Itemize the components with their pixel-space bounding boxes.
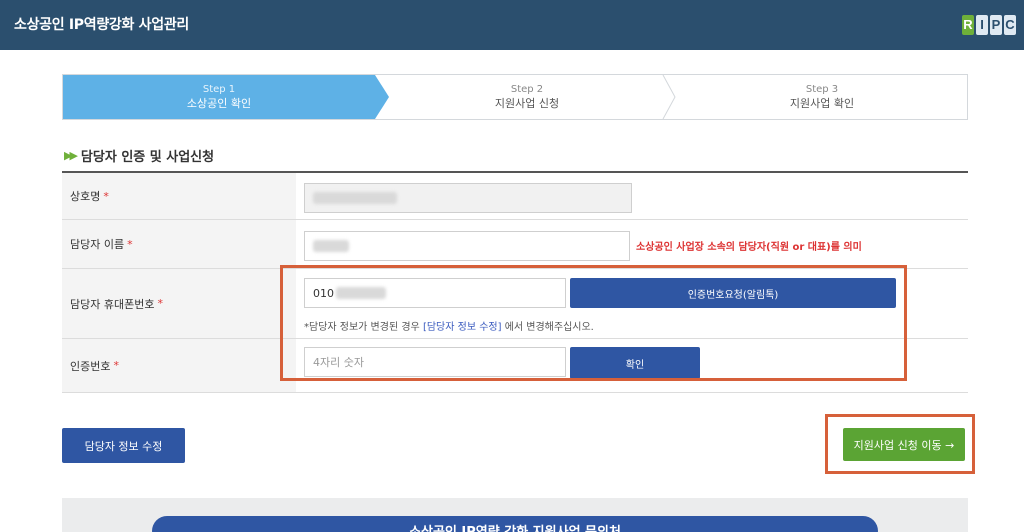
company-name-field[interactable] [304,183,632,213]
top-header-bar: 소상공인 IP역량강화 사업관리 R I P C [0,0,1024,50]
step-arrow-icon [375,75,389,119]
annotation-highlight-box [825,414,975,474]
auth-code-label: 인증번호 * [62,339,296,392]
progress-stepper: Step 1 소상공인 확인 Step 2 지원사업 신청 Step 3 지원사… [62,74,968,120]
form-row-manager-name: 담당자 이름 * 소상공인 사업장 소속의 담당자(직원 or 대표)를 의미 [62,220,968,269]
step-label: 지원사업 확인 [789,97,855,110]
contact-section: 소상공인 IP역량 강화 지원사업 문의처 [62,498,968,532]
required-mark: * [113,359,119,372]
logo-letter: R [962,15,974,35]
annotation-highlight-box [280,265,907,381]
app-title: 소상공인 IP역량강화 사업관리 [14,17,189,33]
required-mark: * [103,189,109,203]
manager-name-field[interactable] [304,231,630,261]
section-title-text: 담당자 인증 및 사업신청 [80,150,215,165]
logo-letter: I [976,15,988,35]
main-content: Step 1 소상공인 확인 Step 2 지원사업 신청 Step 3 지원사… [0,50,1024,532]
step-1-active: Step 1 소상공인 확인 [63,75,375,119]
required-mark: * [157,297,163,310]
step-2: Step 2 지원사업 신청 [389,75,665,119]
step-number: Step 2 [510,84,544,95]
form-row-company: 상호명 * [62,173,968,220]
ripc-logo[interactable]: R I P C [962,15,1016,35]
step-3: Step 3 지원사업 확인 [677,75,967,119]
redacted-value [313,192,397,204]
company-name-label: 상호명 * [62,173,296,219]
phone-label: 담당자 휴대폰번호 * [62,269,296,338]
manager-name-label: 담당자 이름 * [62,220,296,268]
double-chevron-right-icon: ▶▶ [64,149,78,162]
logo-letter: P [990,15,1002,35]
manager-name-note: 소상공인 사업장 소속의 담당자(직원 or 대표)를 의미 [636,242,862,253]
edit-manager-info-button[interactable]: 담당자 정보 수정 [62,428,185,463]
step-label: 소상공인 확인 [186,97,252,110]
step-number: Step 1 [202,84,236,95]
contact-banner: 소상공인 IP역량 강화 지원사업 문의처 [152,516,878,532]
logo-letter: C [1004,15,1016,35]
step-label: 지원사업 신청 [494,97,560,110]
step-number: Step 3 [805,84,839,95]
required-mark: * [127,237,133,251]
section-heading: ▶▶ 담당자 인증 및 사업신청 [64,146,214,165]
step-divider-icon [662,75,676,119]
redacted-value [313,240,349,252]
